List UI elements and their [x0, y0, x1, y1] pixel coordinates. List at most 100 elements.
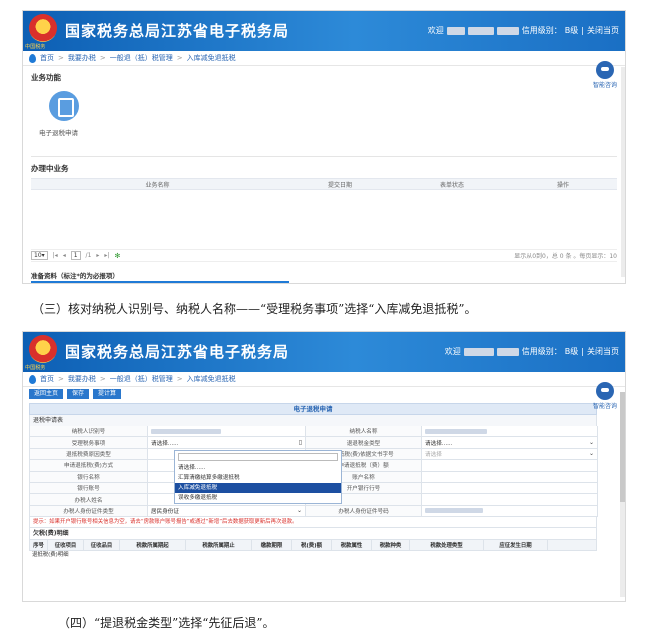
redacted-username: [446, 26, 465, 35]
welcome-text: 欢迎: [444, 347, 461, 356]
refund-type-select[interactable]: 请选择...... ⌄: [422, 437, 598, 449]
user-area: 欢迎 信用级别： B级 | 关闭当页: [427, 25, 619, 36]
label-taxpayer-id: 纳税人识别号: [30, 426, 148, 438]
agent-id-type-select[interactable]: 居民身份证 ⌄: [148, 505, 306, 518]
col-process-type: 税款处理类型: [410, 540, 484, 551]
emblem-text: 中国税务: [25, 364, 46, 371]
form-row: 纳税人识别号 纳税人名称: [30, 426, 598, 438]
col-period-end: 税款所属期止: [186, 540, 252, 551]
close-page-link[interactable]: 关闭当页: [587, 346, 619, 357]
col-due-date: 缴款期限: [252, 540, 292, 551]
redacted-info: [496, 26, 519, 35]
label-tax-matter: 受理税务事项: [30, 437, 148, 449]
col-levy-item: 征收项目: [48, 540, 84, 551]
welcome-text: 欢迎: [427, 26, 444, 35]
breadcrumb-refund-mgmt[interactable]: 一般退（抵）税管理: [110, 374, 173, 384]
close-page-link[interactable]: 关闭当页: [587, 25, 619, 36]
arrears-table-header: 序号 征收项目 征收品目 税款所属期起 税款所属期止 缴款期限 税(费)额 税款…: [29, 539, 597, 552]
screenshot-refund-form: 中国税务 国家税务总局江苏省电子税务局 欢迎 信用级别： B级 | 关闭当页 首…: [22, 331, 626, 602]
screenshot-service-home: 中国税务 国家税务总局江苏省电子税务局 欢迎 信用级别： B级 | 关闭当页 首…: [22, 10, 626, 284]
form-subtitle: 退税申请表: [29, 415, 597, 426]
breadcrumb-home[interactable]: 首页: [40, 53, 54, 63]
value-taxpayer-id: [148, 426, 306, 438]
col-period-start: 税款所属期起: [120, 540, 186, 551]
refresh-icon[interactable]: ✻: [114, 252, 120, 260]
col-tax-amount: 税(费)额: [292, 540, 332, 551]
location-pin-icon: [29, 53, 36, 63]
label-refund-method: 申请退抵税(费)方式: [30, 460, 148, 472]
location-pin-icon: [29, 374, 36, 384]
site-banner: 中国税务 国家税务总局江苏省电子税务局 欢迎 信用级别： B级 | 关闭当页: [23, 11, 625, 51]
page-number-input[interactable]: 1: [70, 251, 81, 260]
emblem-text: 中国税务: [25, 43, 46, 50]
col-business-name: 业务名称: [145, 181, 170, 189]
label-refund-reason: 退抵税费原因类型: [30, 448, 148, 461]
chevron-down-icon: ⌄: [296, 507, 302, 515]
agent-id-number-field[interactable]: [422, 505, 598, 518]
tax-matter-select[interactable]: 请选择...... ▯: [148, 437, 306, 449]
chevron-down-icon: ⌄: [588, 450, 594, 458]
credit-value: B级: [564, 26, 579, 35]
page-size-select[interactable]: 10▾: [31, 251, 48, 260]
col-form-status: 表单状态: [439, 181, 464, 189]
dropdown-search-input[interactable]: [178, 453, 338, 461]
last-page-button[interactable]: ▸|: [104, 252, 109, 259]
scrollbar[interactable]: [621, 67, 625, 277]
empty-cell: [422, 494, 598, 506]
col-occur-date: 应征发生日期: [484, 540, 548, 551]
redacted-username: [463, 347, 494, 356]
instruction-caption-3: （三）核对纳税人识别号、纳税人名称——“受理税务事项”选择“入库减免退抵税”。: [32, 302, 477, 316]
tax-emblem-icon: [29, 14, 57, 42]
credit-label: 信用级别：: [521, 26, 562, 35]
tax-matter-dropdown[interactable]: 请选择...... 汇算清缴结算多缴退抵税 入库减免退抵税 误收多缴退抵税: [174, 450, 342, 504]
breadcrumb-home[interactable]: 首页: [40, 374, 54, 384]
breadcrumb-refund-mgmt[interactable]: 一般退（抵）税管理: [110, 53, 173, 63]
basis-doc-select[interactable]: 请选择 ⌄: [422, 448, 598, 461]
breadcrumb: 首页 > 我要办税 > 一般退（抵）税管理 > 入库减免退抵税: [23, 372, 625, 387]
label-agent-id-number: 办税人身份证件号码: [306, 505, 422, 518]
refund-detail-title: 退抵税(费)明细: [32, 552, 69, 559]
dropdown-option[interactable]: 请选择......: [175, 463, 341, 473]
business-section-title: 业务功能: [31, 73, 61, 82]
label-agent-name: 办税人姓名: [30, 494, 148, 506]
form-title: 电子退税申请: [29, 403, 597, 415]
pending-section-title: 办理中业务: [31, 164, 69, 173]
form-row: 受理税务事项 请选择...... ▯ 退退税金类型 请选择...... ⌄: [30, 437, 598, 449]
bank-code-field[interactable]: [422, 482, 598, 495]
form-row: 办税人身份证件类型 居民身份证 ⌄ 办税人身份证件号码: [30, 505, 598, 518]
dropdown-option-selected[interactable]: 入库减免退抵税: [175, 483, 341, 493]
label-refund-type: 退退税金类型: [306, 437, 422, 449]
breadcrumb-current: 入库减免退抵税: [186, 375, 236, 383]
document-icon[interactable]: [49, 91, 79, 121]
smart-assistant-button[interactable]: 智能咨询: [591, 61, 619, 89]
tax-emblem-icon: [29, 335, 57, 363]
refund-amount-field[interactable]: [422, 460, 598, 472]
breadcrumb: 首页 > 我要办税 > 一般退（抵）税管理 > 入库减免退抵税: [23, 51, 625, 66]
value-taxpayer-name: [422, 426, 598, 438]
calculate-button[interactable]: 提计算: [93, 389, 122, 399]
label-bank-name: 银行名称: [30, 471, 148, 483]
instruction-caption-4: （四）“提退税金类型”选择“先征后退”。: [58, 616, 275, 630]
pager-info: 显示从0到0，总 0 条 。每页显示：10: [514, 253, 617, 260]
back-home-button[interactable]: 返回主页: [29, 389, 64, 399]
dropdown-option[interactable]: 误收多缴退抵税: [175, 493, 341, 503]
robot-icon: [596, 382, 614, 400]
account-name-field[interactable]: [422, 471, 598, 483]
save-button[interactable]: 保存: [67, 389, 90, 399]
col-submit-date: 提交日期: [327, 181, 352, 189]
function-item-label[interactable]: 电子退税申请: [39, 127, 78, 137]
breadcrumb-tax[interactable]: 我要办税: [68, 374, 96, 384]
breadcrumb-tax[interactable]: 我要办税: [68, 53, 96, 63]
first-page-button[interactable]: |◂: [53, 252, 58, 259]
prev-page-button[interactable]: ◂: [63, 252, 66, 259]
page-total: /1: [85, 252, 92, 259]
breadcrumb-current: 入库减免退抵税: [186, 54, 236, 62]
scrollbar[interactable]: [620, 392, 625, 597]
smart-assistant-button[interactable]: 智能咨询: [591, 382, 619, 410]
next-page-button[interactable]: ▸: [96, 252, 99, 259]
dropdown-option[interactable]: 汇算清缴结算多缴退抵税: [175, 473, 341, 483]
prep-progress-bar: [31, 281, 289, 283]
arrears-detail-title: 欠税(费)明细: [29, 528, 597, 540]
label-taxpayer-name: 纳税人名称: [306, 426, 422, 438]
robot-icon: [596, 61, 614, 79]
